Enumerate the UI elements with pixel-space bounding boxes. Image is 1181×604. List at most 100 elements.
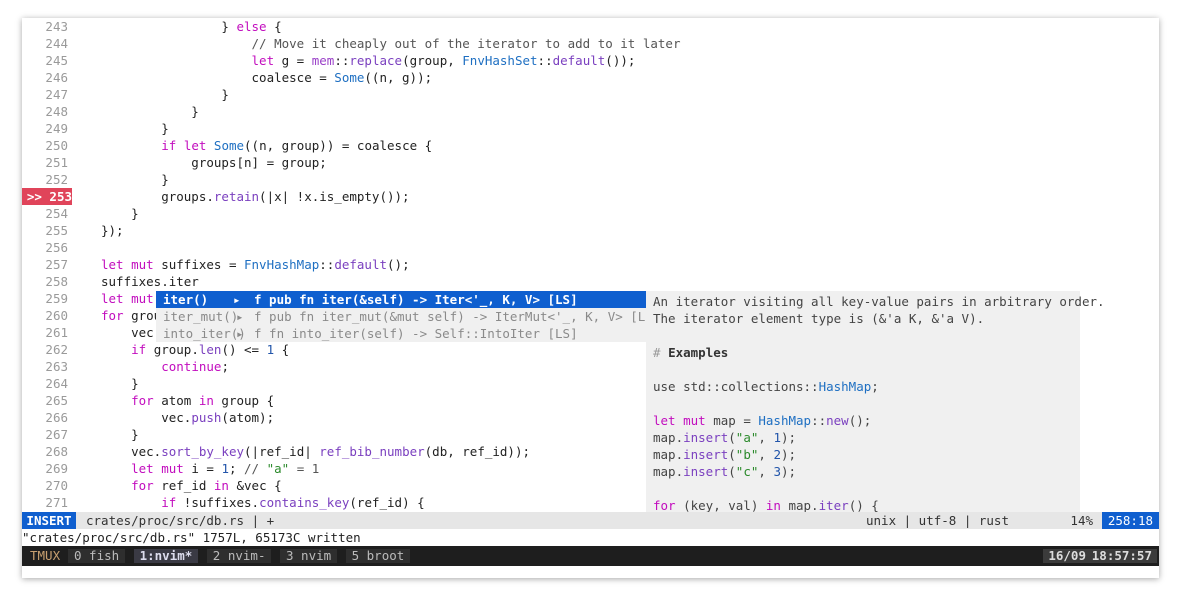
line-number: 264 — [45, 376, 68, 391]
code-line[interactable]: 245 let g = mem::replace(group, FnvHashS… — [22, 52, 1159, 69]
doc-line: The iterator element type is (&'a K, &'a… — [653, 311, 985, 326]
code-line[interactable]: 255}); — [22, 222, 1159, 239]
code-text: groups.retain(|x| !x.is_empty()); — [101, 189, 410, 204]
line-number: 265 — [45, 393, 68, 408]
code-text: } — [101, 121, 169, 136]
tmux-time: 18:57:57 — [1086, 549, 1157, 563]
line-number: 270 — [45, 478, 68, 493]
line-number: 247 — [45, 87, 68, 102]
tmux-window-tab[interactable]: 3 nvim — [280, 549, 338, 563]
code-line[interactable]: 256 — [22, 239, 1159, 256]
code-text: } — [101, 206, 139, 221]
completion-word: into_iter() — [163, 326, 246, 341]
code-line[interactable]: >> 253 groups.retain(|x| !x.is_empty()); — [22, 188, 1159, 205]
file-info: unix | utf-8 | rust — [866, 513, 1009, 528]
code-text: coalesce = Some((n, g)); — [101, 70, 433, 85]
doc-line: use std::collections::HashMap; — [653, 379, 879, 394]
doc-line: # Examples — [653, 345, 729, 360]
line-number: 246 — [45, 70, 68, 85]
status-line: INSERT crates/proc/src/db.rs | + unix | … — [22, 512, 1159, 529]
line-number: 255 — [45, 223, 68, 238]
completion-word: iter() — [163, 292, 209, 307]
code-text: vec.sort_by_key(|ref_id| ref_bib_number(… — [101, 444, 530, 459]
completion-detail: f fn into_iter(self) -> Self::IntoIter [… — [254, 326, 578, 341]
code-text: // Move it cheaply out of the iterator t… — [101, 36, 681, 51]
line-number: 257 — [45, 257, 68, 272]
doc-line: map.insert("b", 2); — [653, 447, 797, 462]
line-number: 262 — [45, 342, 68, 357]
code-text: if !suffixes.contains_key(ref_id) { — [161, 495, 425, 510]
code-text: for grou — [101, 308, 162, 323]
tmux-label: TMUX — [30, 548, 61, 563]
completion-popup[interactable]: iter() ▸ f pub fn iter(&self) -> Iter<'_, … — [156, 291, 660, 342]
code-line[interactable]: 244 // Move it cheaply out of the iterat… — [22, 35, 1159, 52]
line-number: 266 — [45, 410, 68, 425]
scroll-percent: 14% — [1070, 513, 1093, 528]
line-number: 250 — [45, 138, 68, 153]
error-sign-line-number: >> 253 — [22, 188, 72, 205]
line-number: 249 — [45, 121, 68, 136]
code-text: for atom in group { — [131, 393, 275, 408]
tmux-window-tab[interactable]: 0 fish — [68, 549, 126, 563]
code-line[interactable]: 249 } — [22, 120, 1159, 137]
line-number: 261 — [45, 325, 68, 340]
line-number: 271 — [45, 495, 68, 510]
completion-word: iter_mut() — [163, 309, 239, 324]
line-number: 243 — [45, 19, 68, 34]
command-message: "crates/proc/src/db.rs" 1757L, 65173C wr… — [22, 530, 361, 545]
code-text: suffixes.iter — [101, 274, 199, 289]
expand-arrow-icon: ▸ — [233, 292, 241, 307]
line-number: 269 — [45, 461, 68, 476]
code-text: let mut — [101, 291, 154, 306]
code-text: } — [101, 87, 229, 102]
code-line[interactable]: 257 let mut suffixes = FnvHashMap::defaul… — [22, 256, 1159, 273]
code-line[interactable]: 248 } — [22, 103, 1159, 120]
tmux-window-tab[interactable]: 5 broot — [345, 549, 411, 563]
code-text: for ref_id in &vec { — [131, 478, 282, 493]
line-number: 258 — [45, 274, 68, 289]
expand-arrow-icon: ▸ — [236, 326, 244, 341]
code-line[interactable]: 252 } — [22, 171, 1159, 188]
doc-line: map.insert("a", 1); — [653, 430, 797, 445]
doc-line: An iterator visiting all key-value pairs… — [653, 294, 1105, 309]
tmux-window-tab[interactable]: 1:nvim* — [133, 549, 199, 563]
line-number: 248 — [45, 104, 68, 119]
code-text: let g = mem::replace(group, FnvHashSet::… — [251, 53, 636, 68]
line-number: 244 — [45, 36, 68, 51]
code-text: } — [101, 104, 199, 119]
doc-line: map.insert("c", 3); — [653, 464, 797, 479]
tmux-window-tab[interactable]: 2 nvim- — [206, 549, 272, 563]
completion-item[interactable]: into_iter() ▸ f fn into_iter(self) -> Self… — [156, 325, 646, 342]
code-text: let mut suffixes = FnvHashMap::default()… — [101, 257, 410, 272]
tmux-date: 16/09 — [1043, 549, 1091, 563]
code-line[interactable]: 243 } else { — [22, 18, 1159, 35]
code-text: }); — [101, 223, 124, 238]
code-text: } — [101, 427, 139, 442]
completion-item[interactable]: iter() ▸ f pub fn iter(&self) -> Iter<'_, … — [156, 291, 646, 308]
code-text: let mut i = 1; // "a" = 1 — [131, 461, 320, 476]
code-line[interactable]: 251 groups[n] = group; — [22, 154, 1159, 171]
code-line[interactable]: 247 } — [22, 86, 1159, 103]
line-number: 259 — [45, 291, 68, 306]
code-line[interactable]: 258 suffixes.iter — [22, 273, 1159, 290]
code-line[interactable]: 250 if let Some((n, group)) = coalesce { — [22, 137, 1159, 154]
code-text: if let Some((n, group)) = coalesce { — [161, 138, 433, 153]
code-line[interactable]: 254 } — [22, 205, 1159, 222]
code-line[interactable]: 246 coalesce = Some((n, g)); — [22, 69, 1159, 86]
file-path: crates/proc/src/db.rs | + — [86, 513, 275, 528]
code-text: vec. — [101, 325, 162, 340]
mode-indicator: INSERT — [22, 512, 76, 529]
line-number: 268 — [45, 444, 68, 459]
code-text: } else { — [101, 19, 282, 34]
documentation-preview: An iterator visiting all key-value pairs… — [646, 291, 1105, 513]
completion-detail: f pub fn iter_mut(&mut self) -> IterMut<… — [254, 309, 661, 324]
line-number: 263 — [45, 359, 68, 374]
code-text: groups[n] = group; — [101, 155, 327, 170]
terminal-window: 243 } else {244 // Move it cheaply out o… — [22, 18, 1159, 578]
code-text: if group.len() <= 1 { — [131, 342, 290, 357]
line-number: 251 — [45, 155, 68, 170]
completion-item[interactable]: iter_mut() ▸ f pub fn iter_mut(&mut self) … — [156, 308, 660, 325]
code-text: vec.push(atom); — [101, 410, 275, 425]
line-number: 252 — [45, 172, 68, 187]
code-text: } — [101, 172, 169, 187]
